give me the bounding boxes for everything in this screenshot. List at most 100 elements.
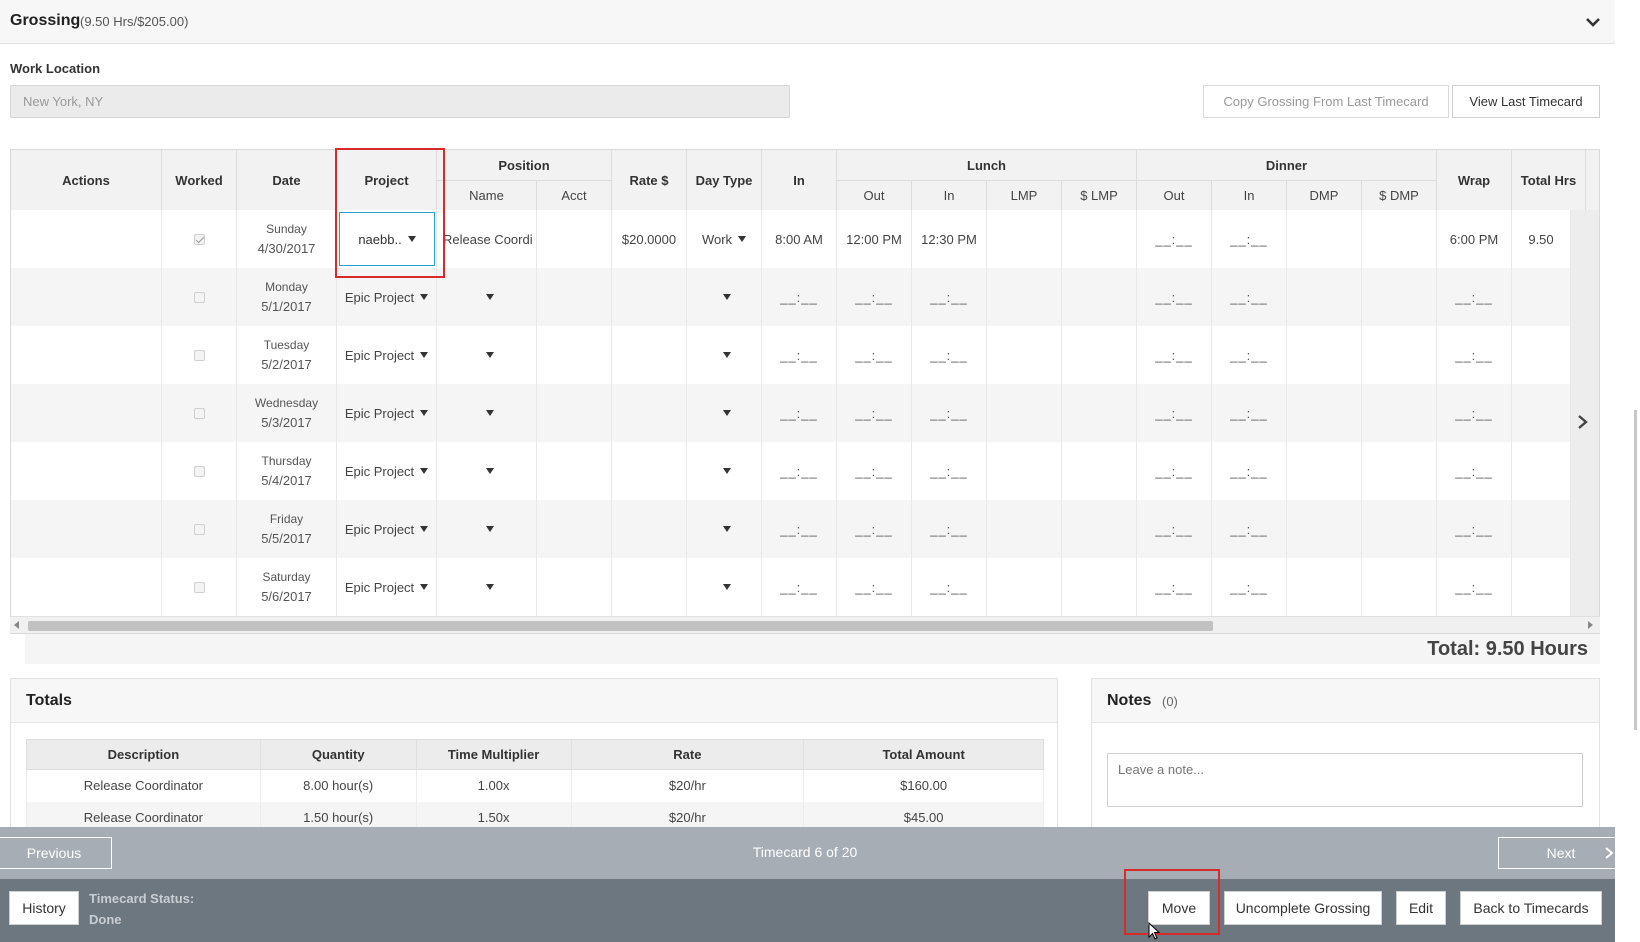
day-type-select[interactable]	[687, 326, 762, 384]
rate-cell[interactable]	[612, 558, 687, 616]
grossing-header[interactable]: Grossing (9.50 Hrs/$205.00)	[0, 0, 1615, 44]
in-time-cell[interactable]: __:__	[762, 326, 837, 384]
lunch-out-cell[interactable]: __:__	[837, 500, 912, 558]
rate-cell[interactable]	[612, 442, 687, 500]
in-time-cell[interactable]: __:__	[762, 268, 837, 326]
in-time-cell[interactable]: __:__	[762, 500, 837, 558]
dinner-out-cell[interactable]: __:__	[1137, 210, 1212, 268]
dinner-out-cell[interactable]: __:__	[1137, 442, 1212, 500]
rate-cell[interactable]: $20.0000	[612, 210, 687, 268]
lunch-out-cell[interactable]: __:__	[837, 442, 912, 500]
worked-checkbox[interactable]	[193, 523, 205, 535]
position-name-select[interactable]	[437, 500, 537, 558]
project-select[interactable]: Epic Project	[337, 326, 437, 384]
scroll-left-icon[interactable]	[14, 621, 19, 629]
note-input[interactable]	[1107, 753, 1583, 807]
wrap-cell[interactable]: __:__	[1437, 384, 1512, 442]
project-select[interactable]: Epic Project	[337, 558, 437, 616]
dinner-out-cell[interactable]: __:__	[1137, 558, 1212, 616]
worked-checkbox[interactable]	[193, 233, 205, 245]
lunch-in-cell[interactable]: __:__	[912, 500, 987, 558]
dinner-out-cell[interactable]: __:__	[1137, 268, 1212, 326]
move-button[interactable]: Move	[1148, 891, 1210, 925]
dinner-out-cell[interactable]: __:__	[1137, 326, 1212, 384]
dinner-out-cell[interactable]: __:__	[1137, 500, 1212, 558]
project-select[interactable]: Epic Project	[337, 384, 437, 442]
rate-cell[interactable]	[612, 268, 687, 326]
copy-grossing-button[interactable]: Copy Grossing From Last Timecard	[1203, 85, 1449, 118]
position-acct-cell[interactable]	[537, 500, 612, 558]
day-type-select[interactable]	[687, 500, 762, 558]
lunch-in-cell[interactable]: 12:30 PM	[912, 210, 987, 268]
worked-checkbox[interactable]	[193, 581, 205, 593]
lunch-in-cell[interactable]: __:__	[912, 442, 987, 500]
lunch-in-cell[interactable]: __:__	[912, 326, 987, 384]
lunch-out-cell[interactable]: __:__	[837, 558, 912, 616]
dinner-in-cell[interactable]: __:__	[1212, 384, 1287, 442]
wrap-cell[interactable]: __:__	[1437, 500, 1512, 558]
project-select[interactable]: Epic Project	[337, 268, 437, 326]
previous-button[interactable]: Previous	[0, 837, 112, 869]
worked-checkbox[interactable]	[193, 349, 205, 361]
position-name-select[interactable]	[437, 558, 537, 616]
worked-checkbox[interactable]	[193, 407, 205, 419]
position-acct-cell[interactable]	[537, 558, 612, 616]
worked-checkbox[interactable]	[193, 465, 205, 477]
day-type-select[interactable]	[687, 268, 762, 326]
position-name-select[interactable]	[437, 326, 537, 384]
day-type-select[interactable]	[687, 384, 762, 442]
lunch-out-cell[interactable]: __:__	[837, 268, 912, 326]
dinner-in-cell[interactable]: __:__	[1212, 500, 1287, 558]
dinner-in-cell[interactable]: __:__	[1212, 326, 1287, 384]
view-last-timecard-button[interactable]: View Last Timecard	[1452, 85, 1600, 118]
project-select[interactable]: Epic Project	[337, 442, 437, 500]
day-type-select[interactable]: Work	[687, 210, 762, 268]
wrap-cell[interactable]: __:__	[1437, 326, 1512, 384]
history-button[interactable]: History	[9, 891, 79, 925]
chevron-right-icon[interactable]	[1575, 412, 1591, 432]
position-acct-cell[interactable]	[537, 384, 612, 442]
in-time-cell[interactable]: __:__	[762, 442, 837, 500]
in-time-cell[interactable]: __:__	[762, 558, 837, 616]
horizontal-scrollbar[interactable]	[10, 616, 1600, 633]
in-time-cell[interactable]: 8:00 AM	[762, 210, 837, 268]
dinner-out-cell[interactable]: __:__	[1137, 384, 1212, 442]
worked-checkbox[interactable]	[193, 291, 205, 303]
position-acct-cell[interactable]	[537, 210, 612, 268]
dinner-in-cell[interactable]: __:__	[1212, 210, 1287, 268]
dinner-in-cell[interactable]: __:__	[1212, 442, 1287, 500]
position-acct-cell[interactable]	[537, 326, 612, 384]
wrap-cell[interactable]: __:__	[1437, 558, 1512, 616]
wrap-cell[interactable]: 6:00 PM	[1437, 210, 1512, 268]
position-name-cell[interactable]: Release Coordi	[437, 210, 537, 268]
project-select[interactable]: Epic Project	[337, 500, 437, 558]
rate-cell[interactable]	[612, 384, 687, 442]
lunch-out-cell[interactable]: __:__	[837, 326, 912, 384]
scroll-thumb[interactable]	[28, 621, 1213, 631]
chevron-down-icon[interactable]	[1583, 12, 1603, 32]
lunch-out-cell[interactable]: 12:00 PM	[837, 210, 912, 268]
in-time-cell[interactable]: __:__	[762, 384, 837, 442]
position-name-select[interactable]	[437, 384, 537, 442]
lunch-in-cell[interactable]: __:__	[912, 558, 987, 616]
position-name-select[interactable]	[437, 442, 537, 500]
uncomplete-grossing-button[interactable]: Uncomplete Grossing	[1224, 891, 1382, 925]
scroll-right-icon[interactable]	[1588, 621, 1593, 629]
lunch-in-cell[interactable]: __:__	[912, 268, 987, 326]
page-scrollbar-thumb[interactable]	[1634, 410, 1637, 730]
edit-button[interactable]: Edit	[1396, 891, 1446, 925]
position-name-select[interactable]	[437, 268, 537, 326]
wrap-cell[interactable]: __:__	[1437, 268, 1512, 326]
position-acct-cell[interactable]	[537, 442, 612, 500]
lunch-in-cell[interactable]: __:__	[912, 384, 987, 442]
day-type-select[interactable]	[687, 442, 762, 500]
lunch-out-cell[interactable]: __:__	[837, 384, 912, 442]
day-type-select[interactable]	[687, 558, 762, 616]
rate-cell[interactable]	[612, 500, 687, 558]
back-to-timecards-button[interactable]: Back to Timecards	[1460, 891, 1602, 925]
next-button[interactable]: Next	[1498, 837, 1624, 869]
dinner-in-cell[interactable]: __:__	[1212, 558, 1287, 616]
dinner-in-cell[interactable]: __:__	[1212, 268, 1287, 326]
position-acct-cell[interactable]	[537, 268, 612, 326]
wrap-cell[interactable]: __:__	[1437, 442, 1512, 500]
